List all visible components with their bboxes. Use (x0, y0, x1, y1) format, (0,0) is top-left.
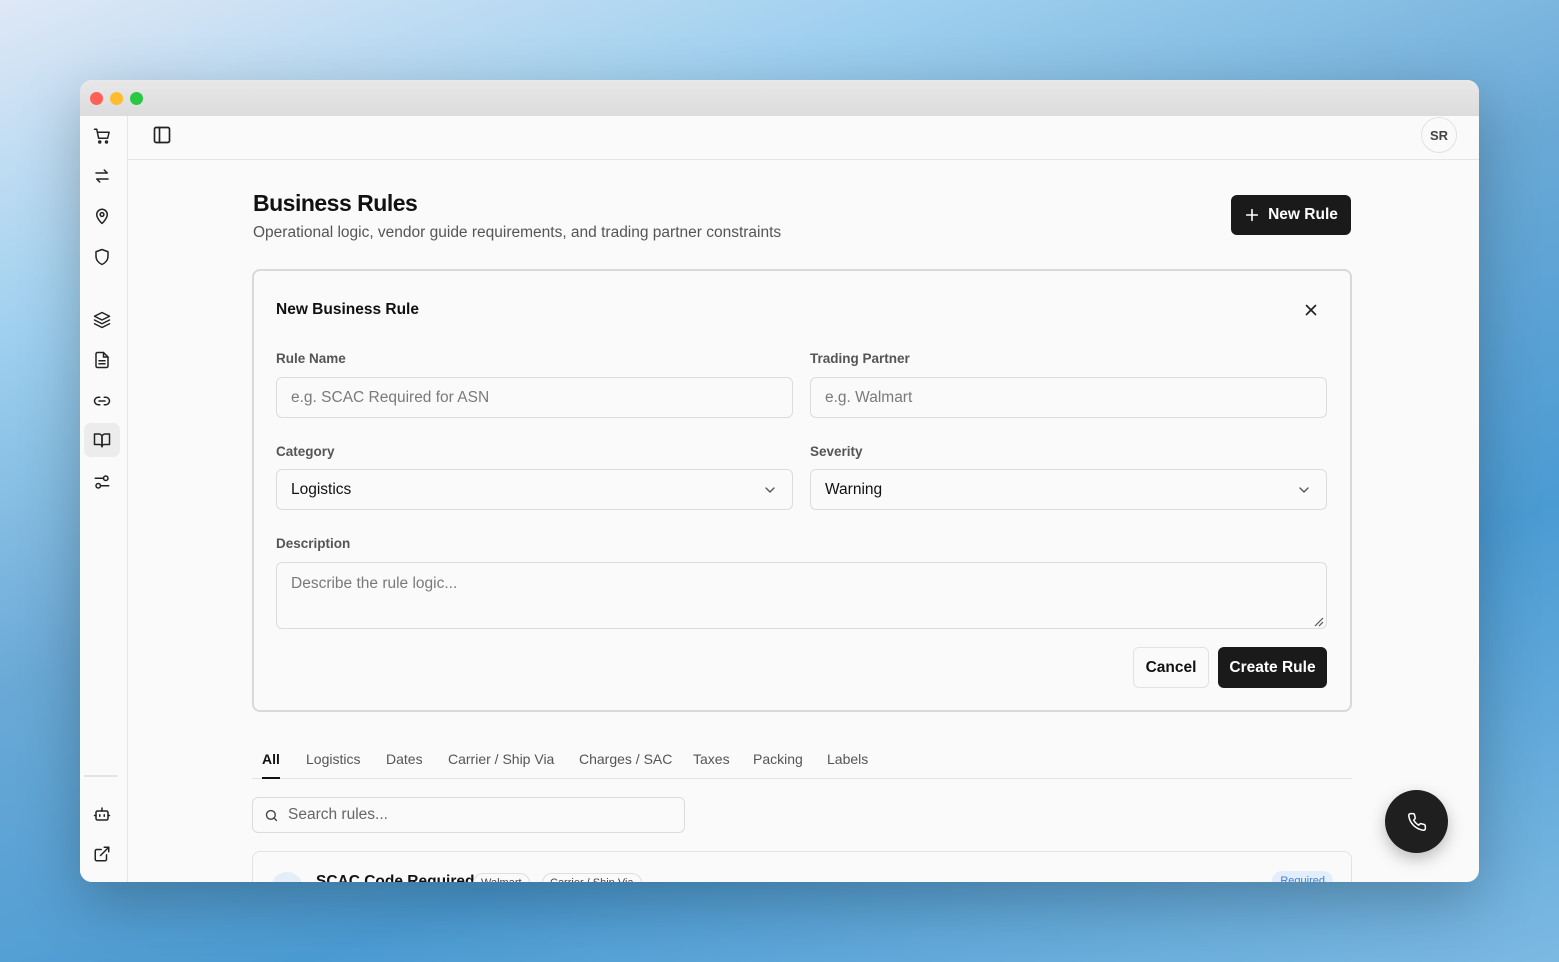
sidebar-item-connections[interactable] (84, 384, 120, 418)
create-rule-button[interactable]: Create Rule (1218, 647, 1327, 688)
tab-logistics[interactable]: Logistics (306, 751, 360, 779)
new-rule-form: New Business Rule Rule Name Trading Part… (252, 269, 1352, 712)
category-tabs: All Logistics Dates Carrier / Ship Via C… (252, 746, 1352, 779)
bot-icon (93, 807, 111, 821)
sidebar-toggle-icon[interactable] (152, 125, 172, 145)
page-subtitle: Operational logic, vendor guide requirem… (253, 224, 782, 241)
sidebar-item-locations[interactable] (84, 199, 120, 233)
phone-icon (1407, 812, 1426, 831)
description-textarea[interactable] (276, 562, 1327, 629)
call-button[interactable] (1385, 790, 1448, 853)
severity-label: Severity (810, 444, 863, 459)
tab-all[interactable]: All (262, 751, 280, 779)
chevron-down-icon (1299, 487, 1309, 493)
description-label: Description (276, 536, 351, 551)
new-rule-button[interactable]: New Rule (1231, 195, 1351, 235)
top-bar: SR (128, 116, 1479, 160)
category-select[interactable]: Logistics (276, 469, 793, 510)
sidebar-item-orders[interactable] (84, 119, 120, 153)
sidebar-item-settings[interactable] (84, 465, 120, 499)
status-badge: Required (1272, 871, 1333, 882)
page-title: Business Rules (253, 190, 418, 216)
form-title: New Business Rule (276, 301, 419, 318)
rule-category-chip: Carrier / Ship Via (542, 873, 642, 882)
sidebar-item-layers[interactable] (84, 303, 120, 337)
rule-name: SCAC Code Required (316, 873, 475, 882)
shield-icon (95, 248, 109, 266)
rule-partner-chip: Walmart (473, 873, 530, 882)
rule-name-input[interactable] (276, 377, 793, 418)
new-rule-label: New Rule (1268, 206, 1338, 223)
trading-partner-label: Trading Partner (810, 351, 910, 366)
tab-dates[interactable]: Dates (386, 751, 423, 779)
category-value: Logistics (291, 480, 352, 498)
title-bar (80, 80, 1479, 116)
search-input[interactable] (288, 798, 678, 832)
plus-icon (1245, 208, 1259, 222)
app-window: SR Business Rules Operational logic, ven… (80, 80, 1479, 882)
tab-taxes[interactable]: Taxes (693, 751, 730, 779)
rule-category-icon (271, 872, 303, 882)
severity-select[interactable]: Warning (810, 469, 1327, 510)
severity-value: Warning (825, 480, 883, 498)
rule-name-label: Rule Name (276, 351, 346, 366)
window-maximize-button[interactable] (130, 91, 143, 105)
sidebar-item-security[interactable] (84, 240, 120, 274)
tab-charges-sac[interactable]: Charges / SAC (579, 751, 672, 779)
link-icon (93, 396, 111, 406)
trading-partner-input[interactable] (810, 377, 1327, 418)
search-icon (265, 809, 278, 822)
resize-handle-icon[interactable] (1312, 615, 1324, 627)
book-open-icon (93, 433, 111, 448)
sidebar-item-business-rules[interactable] (84, 423, 120, 457)
sidebar-item-assistant[interactable] (84, 797, 120, 831)
external-link-icon (94, 846, 110, 862)
map-pin-icon (96, 208, 108, 225)
search-box (252, 797, 685, 833)
cancel-button[interactable]: Cancel (1133, 647, 1209, 688)
sidebar (80, 116, 128, 882)
window-minimize-button[interactable] (110, 91, 123, 105)
sidebar-divider (84, 775, 118, 777)
window-close-button[interactable] (90, 91, 103, 105)
document-icon (95, 351, 109, 369)
close-icon[interactable] (1302, 301, 1320, 319)
chevron-down-icon (765, 487, 775, 493)
rule-card[interactable]: SCAC Code Required Walmart Carrier / Shi… (252, 851, 1352, 882)
tab-labels[interactable]: Labels (827, 751, 868, 779)
cart-icon (93, 128, 110, 144)
category-label: Category (276, 444, 335, 459)
sidebar-item-documents[interactable] (84, 343, 120, 377)
sidebar-item-transactions[interactable] (84, 159, 120, 193)
layers-icon (93, 311, 111, 329)
sliders-icon (94, 475, 110, 489)
tab-carrier-ship-via[interactable]: Carrier / Ship Via (448, 751, 554, 779)
tab-packing[interactable]: Packing (753, 751, 803, 779)
user-avatar[interactable]: SR (1421, 117, 1457, 153)
arrows-swap-icon (95, 169, 109, 183)
sidebar-item-external[interactable] (84, 837, 120, 871)
